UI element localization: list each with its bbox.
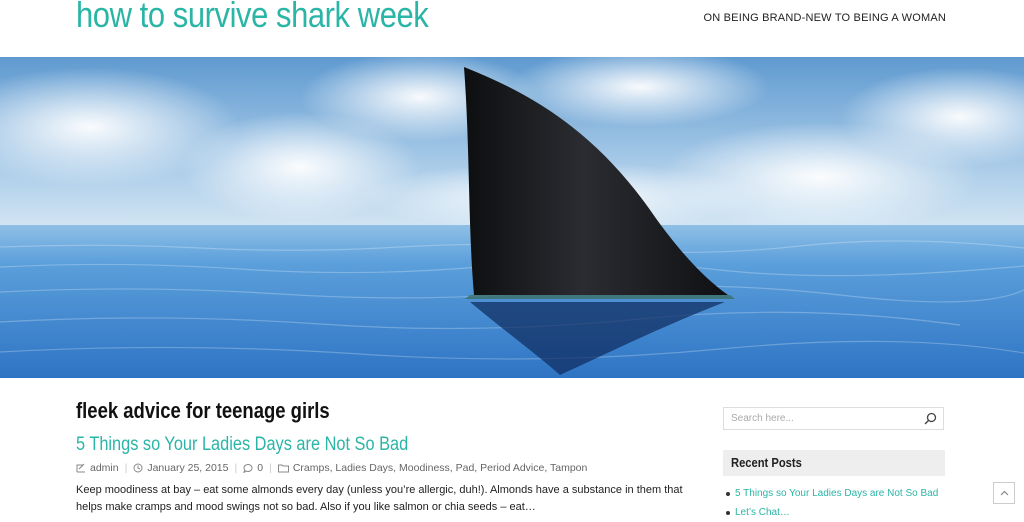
meta-divider: | (234, 462, 238, 474)
comment-icon (243, 463, 253, 473)
recent-posts-header: Recent Posts (723, 450, 945, 476)
recent-posts-title: Recent Posts (731, 455, 802, 470)
post-author-link[interactable]: admin (90, 462, 119, 474)
recent-post-link[interactable]: Let’s Chat… (723, 503, 963, 522)
post-title-link[interactable]: 5 Things so Your Ladies Days are Not So … (76, 434, 408, 456)
recent-posts-list: 5 Things so Your Ladies Days are Not So … (723, 484, 963, 522)
scroll-to-top-button[interactable] (993, 482, 1015, 504)
meta-divider: | (269, 462, 272, 474)
folder-icon (277, 463, 289, 473)
search-input[interactable] (724, 408, 921, 429)
site-title[interactable]: how to survive shark week (76, 0, 429, 36)
site-tagline: ON BEING BRAND-NEW TO BEING A WOMAN (703, 12, 946, 24)
main-content: fleek advice for teenage girls 5 Things … (0, 378, 1024, 518)
hero-image (0, 57, 1024, 378)
post-categories-links[interactable]: Cramps, Ladies Days, Moodiness, Pad, Per… (293, 462, 588, 474)
chevron-up-icon (1000, 490, 1009, 496)
search-widget (723, 407, 944, 430)
post-date: January 25, 2015 (147, 462, 229, 474)
shark-fin-image (0, 57, 1024, 378)
meta-divider: | (124, 462, 128, 474)
post-excerpt: Keep moodiness at bay – eat some almonds… (76, 484, 683, 513)
clock-icon (133, 463, 143, 473)
search-icon[interactable] (924, 412, 937, 430)
author-icon (76, 463, 86, 473)
recent-post-link[interactable]: 5 Things so Your Ladies Days are Not So … (723, 484, 963, 503)
post-meta: admin | January 25, 2015 | 0 | Cramps, L… (76, 462, 587, 474)
site-header: how to survive shark week ON BEING BRAND… (0, 0, 1024, 57)
archive-title: fleek advice for teenage girls (76, 398, 330, 423)
post-comments-link[interactable]: 0 (257, 462, 263, 474)
